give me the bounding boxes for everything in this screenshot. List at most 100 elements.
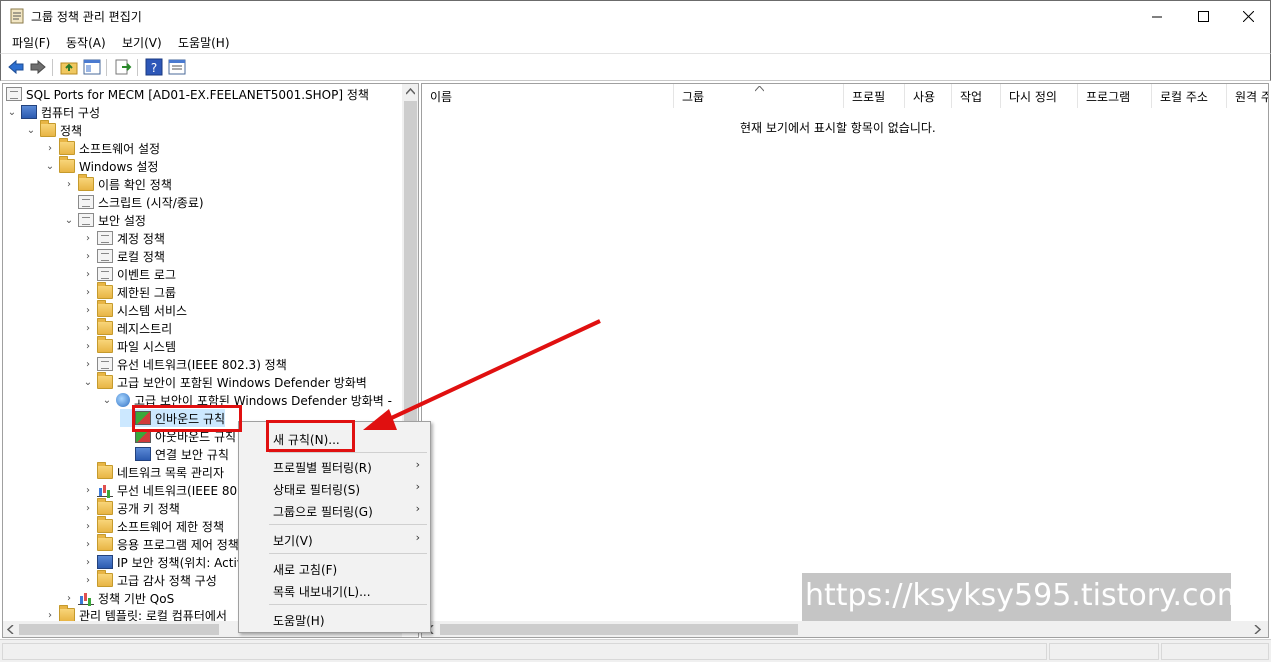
chevron-right-icon[interactable]: › <box>82 319 94 337</box>
svg-text:?: ? <box>151 61 157 75</box>
menu-item-filter-by-state[interactable]: 상태로 필터링(S) › <box>239 477 430 499</box>
tree-root[interactable]: SQL Ports for MECM [AD01-EX.FEELANET5001… <box>6 85 369 103</box>
chevron-down-icon[interactable]: ⌄ <box>82 373 94 391</box>
scroll-right-icon[interactable] <box>1254 625 1261 634</box>
chevron-right-icon: › <box>415 502 420 515</box>
column-header-enabled[interactable]: 사용 <box>905 84 952 108</box>
tree-item-event-log[interactable]: › 이벤트 로그 <box>82 265 176 283</box>
menu-item-filter-by-group[interactable]: 그룹으로 필터링(G) › <box>239 499 430 521</box>
menu-item-help[interactable]: 도움말(H) <box>239 608 430 630</box>
chevron-down-icon[interactable]: ⌄ <box>6 103 18 121</box>
tree-item-security-settings[interactable]: ⌄ 보안 설정 <box>63 211 146 229</box>
folder-icon <box>59 605 75 622</box>
scrollbar-thumb[interactable] <box>440 624 798 635</box>
show-hide-tree-icon[interactable] <box>83 58 101 76</box>
chevron-right-icon[interactable]: › <box>82 481 94 499</box>
tree-item-restricted-groups[interactable]: › 제한된 그룹 <box>82 282 176 301</box>
scrollbar-thumb[interactable] <box>19 624 219 635</box>
export-list-icon[interactable] <box>114 58 132 76</box>
chevron-down-icon[interactable]: ⌄ <box>25 121 37 139</box>
tree-item-public-key[interactable]: › 공개 키 정책 <box>82 498 180 517</box>
tree-item-account-policies[interactable]: › 계정 정책 <box>82 229 165 247</box>
column-header-action[interactable]: 작업 <box>952 84 1001 108</box>
tree-item-inbound-rules[interactable]: 인바운드 규칙 <box>120 409 226 427</box>
chevron-right-icon[interactable]: › <box>82 553 94 571</box>
menu-action[interactable]: 동작(A) <box>64 34 108 51</box>
menu-item-export-list[interactable]: 목록 내보내기(L)... <box>239 579 430 601</box>
tree-item-name-resolution[interactable]: › 이름 확인 정책 <box>63 174 172 193</box>
tree-item-file-system[interactable]: › 파일 시스템 <box>82 336 176 355</box>
tree-item-wired-network[interactable]: › 유선 네트워크(IEEE 802.3) 정책 <box>82 355 287 373</box>
menu-file[interactable]: 파일(F) <box>10 34 52 51</box>
tree-item-registry[interactable]: › 레지스트리 <box>82 318 172 337</box>
column-header-remote-address[interactable]: 원격 주 <box>1227 84 1268 108</box>
column-header-override[interactable]: 다시 정의 <box>1001 84 1078 108</box>
tree-item-app-control[interactable]: › 응용 프로그램 제어 정책 <box>82 534 239 553</box>
chevron-right-icon[interactable]: › <box>82 517 94 535</box>
tree-item-system-services[interactable]: › 시스템 서비스 <box>82 300 187 319</box>
maximize-button[interactable] <box>1180 1 1226 32</box>
folder-icon <box>97 267 113 281</box>
security-icon <box>78 213 94 227</box>
tree-item-local-policies[interactable]: › 로컬 정책 <box>82 247 165 265</box>
chevron-right-icon[interactable]: › <box>82 247 94 265</box>
menu-item-filter-by-profile[interactable]: 프로필별 필터링(R) › <box>239 455 430 477</box>
folder-icon <box>59 156 75 173</box>
folder-icon <box>97 282 113 299</box>
menu-view[interactable]: 보기(V) <box>120 34 164 51</box>
chevron-down-icon[interactable]: ⌄ <box>63 211 75 229</box>
tree-item-connection-security[interactable]: 연결 보안 규칙 <box>120 445 229 463</box>
close-button[interactable] <box>1225 1 1271 32</box>
tree-item-advanced-audit[interactable]: › 고급 감사 정책 구성 <box>82 570 217 589</box>
menu-item-refresh[interactable]: 새로 고침(F) <box>239 557 430 579</box>
column-header-program[interactable]: 프로그램 <box>1078 84 1152 108</box>
chevron-right-icon[interactable]: › <box>82 571 94 589</box>
tree-item-firewall-node[interactable]: ⌄ 고급 보안이 포함된 Windows Defender 방화벽 - <box>101 391 392 409</box>
chevron-right-icon[interactable]: › <box>82 337 94 355</box>
tree-item-network-list-manager[interactable]: 네트워크 목록 관리자 <box>82 462 224 481</box>
chevron-right-icon[interactable]: › <box>63 175 75 193</box>
tree-item-policies[interactable]: ⌄ 정책 <box>25 120 82 139</box>
computer-icon <box>21 105 37 119</box>
column-header-name[interactable]: 이름 <box>422 84 674 108</box>
chevron-right-icon[interactable]: › <box>82 265 94 283</box>
chevron-right-icon[interactable]: › <box>44 139 56 157</box>
chevron-down-icon[interactable]: ⌄ <box>44 157 56 175</box>
scroll-left-icon[interactable] <box>7 625 14 634</box>
column-header-local-address[interactable]: 로컬 주소 <box>1152 84 1227 108</box>
chevron-right-icon: › <box>415 480 420 493</box>
minimize-button[interactable] <box>1134 1 1180 32</box>
up-folder-icon[interactable] <box>60 58 78 76</box>
menu-item-view[interactable]: 보기(V) › <box>239 528 430 550</box>
inbound-rules-icon <box>135 411 151 425</box>
tree-item-scripts[interactable]: 스크립트 (시작/종료) <box>63 193 204 211</box>
menu-item-new-rule[interactable]: 새 규칙(N)... <box>239 427 430 449</box>
tree-item-outbound-rules[interactable]: 아웃바운드 규칙 <box>120 427 236 445</box>
forward-arrow-icon[interactable] <box>29 58 47 76</box>
column-header-profile[interactable]: 프로필 <box>844 84 905 108</box>
properties-icon[interactable] <box>168 58 186 76</box>
chevron-down-icon[interactable]: ⌄ <box>101 391 113 409</box>
chevron-right-icon[interactable]: › <box>82 283 94 301</box>
tree-item-firewall-advanced[interactable]: ⌄ 고급 보안이 포함된 Windows Defender 방화벽 <box>82 372 367 391</box>
tree-item-computer-config[interactable]: ⌄ 컴퓨터 구성 <box>6 103 100 121</box>
tree-item-software-restriction[interactable]: › 소프트웨어 제한 정책 <box>82 516 224 535</box>
folder-icon <box>97 570 113 587</box>
menu-help[interactable]: 도움말(H) <box>176 34 232 51</box>
scroll-up-icon[interactable] <box>406 88 415 95</box>
chevron-right-icon[interactable]: › <box>82 499 94 517</box>
list-horizontal-scrollbar[interactable] <box>422 621 1268 637</box>
tree-item-windows-settings[interactable]: ⌄ Windows 설정 <box>44 156 158 175</box>
chevron-right-icon[interactable]: › <box>82 301 94 319</box>
outbound-rules-icon <box>135 429 151 443</box>
list-pane[interactable]: 이름 그룹 프로필 사용 작업 다시 정의 프로그램 로컬 주소 원격 주 현재… <box>421 83 1269 638</box>
chevron-right-icon[interactable]: › <box>82 535 94 553</box>
chart-icon <box>78 591 94 605</box>
chevron-right-icon[interactable]: › <box>82 355 94 373</box>
tree-item-qos[interactable]: › 정책 기반 QoS <box>63 589 174 607</box>
tree-item-software-settings[interactable]: › 소프트웨어 설정 <box>44 138 160 157</box>
folder-icon <box>97 336 113 353</box>
help-icon[interactable]: ? <box>145 58 163 76</box>
back-arrow-icon[interactable] <box>7 58 25 76</box>
chevron-right-icon[interactable]: › <box>82 229 94 247</box>
